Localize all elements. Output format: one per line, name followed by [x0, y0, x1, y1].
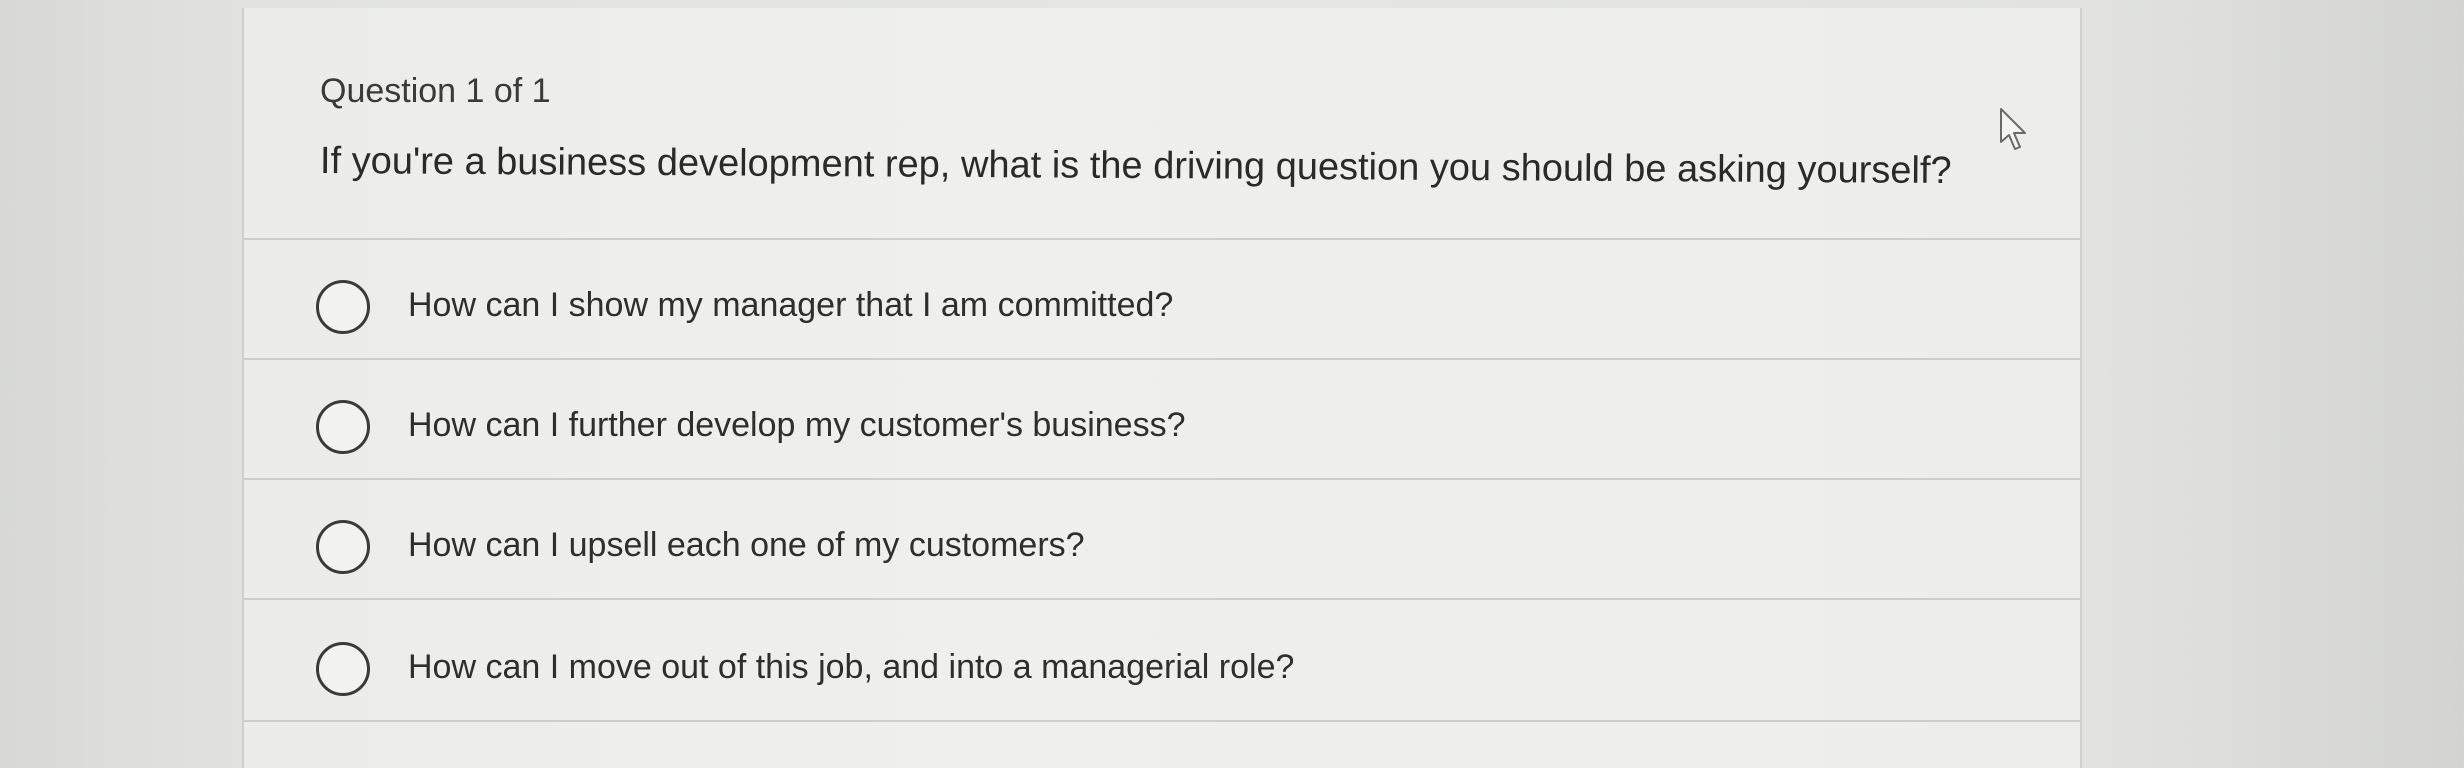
question-text: If you're a business development rep, wh… [319, 140, 1952, 192]
radio-button-icon[interactable] [316, 280, 370, 334]
radio-button-icon[interactable] [316, 520, 370, 574]
answer-option-4[interactable]: How can I move out of this job, and into… [244, 602, 2080, 722]
answer-option-label: How can I show my manager that I am comm… [408, 286, 1174, 324]
question-counter: Question 1 of 1 [320, 72, 551, 110]
radio-button-icon[interactable] [316, 642, 370, 696]
answer-option-1[interactable]: How can I show my manager that I am comm… [244, 240, 2080, 360]
answer-option-label: How can I move out of this job, and into… [408, 648, 1295, 686]
answer-option-label: How can I upsell each one of my customer… [408, 526, 1085, 564]
answer-option-label: How can I further develop my customer's … [408, 406, 1186, 444]
answer-option-3[interactable]: How can I upsell each one of my customer… [244, 480, 2080, 600]
radio-button-icon[interactable] [316, 400, 370, 454]
answer-option-2[interactable]: How can I further develop my customer's … [244, 360, 2080, 480]
quiz-card: Question 1 of 1 If you're a business dev… [242, 8, 2082, 768]
arrow-pointer-icon [2000, 108, 2026, 150]
question-header: Question 1 of 1 If you're a business dev… [244, 8, 2080, 240]
